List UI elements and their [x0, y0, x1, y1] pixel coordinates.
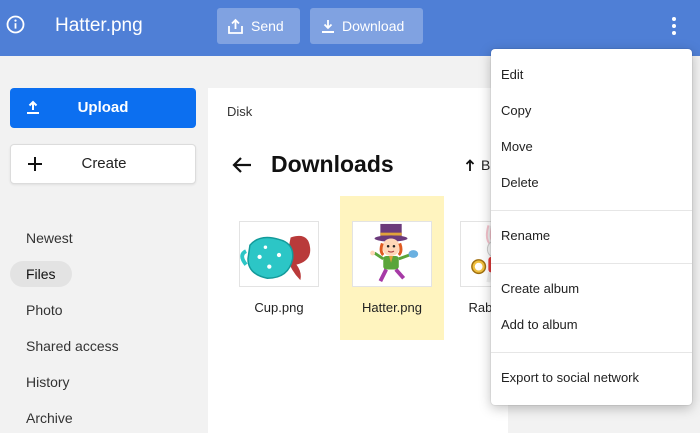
sidebar-item-shared-access[interactable]: Shared access	[10, 333, 135, 359]
sidebar-item-photo[interactable]: Photo	[10, 297, 79, 323]
menu-item-copy[interactable]: Copy	[491, 95, 692, 127]
file-name: Hatter.png	[362, 300, 422, 315]
menu-item-create-album[interactable]: Create album	[491, 273, 692, 305]
share-icon	[228, 18, 243, 34]
mad-hatter-image	[352, 221, 432, 287]
menu-item-export-social[interactable]: Export to social network	[491, 362, 692, 394]
menu-divider	[491, 263, 692, 264]
menu-item-move[interactable]: Move	[491, 131, 692, 163]
info-icon[interactable]	[6, 15, 25, 34]
upload-button[interactable]: Upload	[10, 88, 196, 128]
menu-item-rename[interactable]: Rename	[491, 220, 692, 252]
sort-button[interactable]: B	[465, 157, 490, 173]
upload-label: Upload	[77, 99, 129, 116]
menu-item-delete[interactable]: Delete	[491, 167, 692, 199]
download-label: Download	[342, 18, 405, 34]
file-browser: Disk Downloads B Cup.png Hatter.png	[208, 88, 540, 433]
sort-label: B	[481, 157, 491, 173]
menu-item-add-to-album[interactable]: Add to album	[491, 309, 692, 341]
create-button[interactable]: Create	[10, 144, 196, 184]
file-title: Hatter.png	[55, 15, 143, 36]
context-menu: Edit Copy Move Delete Rename Create albu…	[491, 49, 692, 405]
file-tile[interactable]: Cup.png	[227, 196, 331, 340]
sidebar-item-files[interactable]: Files	[10, 261, 72, 287]
sidebar-item-archive[interactable]: Archive	[10, 405, 89, 431]
file-tile[interactable]: Hatter.png	[340, 196, 444, 340]
more-options-icon[interactable]	[664, 13, 684, 39]
menu-divider	[491, 352, 692, 353]
breadcrumb[interactable]: Disk	[227, 104, 252, 119]
file-name: Cup.png	[254, 300, 304, 315]
create-label: Create	[81, 155, 127, 172]
top-bar: Hatter.png Send Download	[0, 0, 700, 56]
download-icon	[322, 19, 334, 33]
folder-title: Downloads	[271, 151, 394, 177]
teacup-image	[239, 221, 319, 287]
menu-item-edit[interactable]: Edit	[491, 59, 692, 91]
back-arrow-icon[interactable]	[232, 156, 252, 179]
sidebar-item-history[interactable]: History	[10, 369, 86, 395]
sidebar-item-newest[interactable]: Newest	[10, 225, 89, 251]
send-button[interactable]: Send	[217, 8, 300, 44]
sort-arrow-icon	[465, 158, 475, 171]
send-label: Send	[251, 18, 284, 34]
download-button[interactable]: Download	[310, 8, 423, 44]
menu-divider	[491, 210, 692, 211]
